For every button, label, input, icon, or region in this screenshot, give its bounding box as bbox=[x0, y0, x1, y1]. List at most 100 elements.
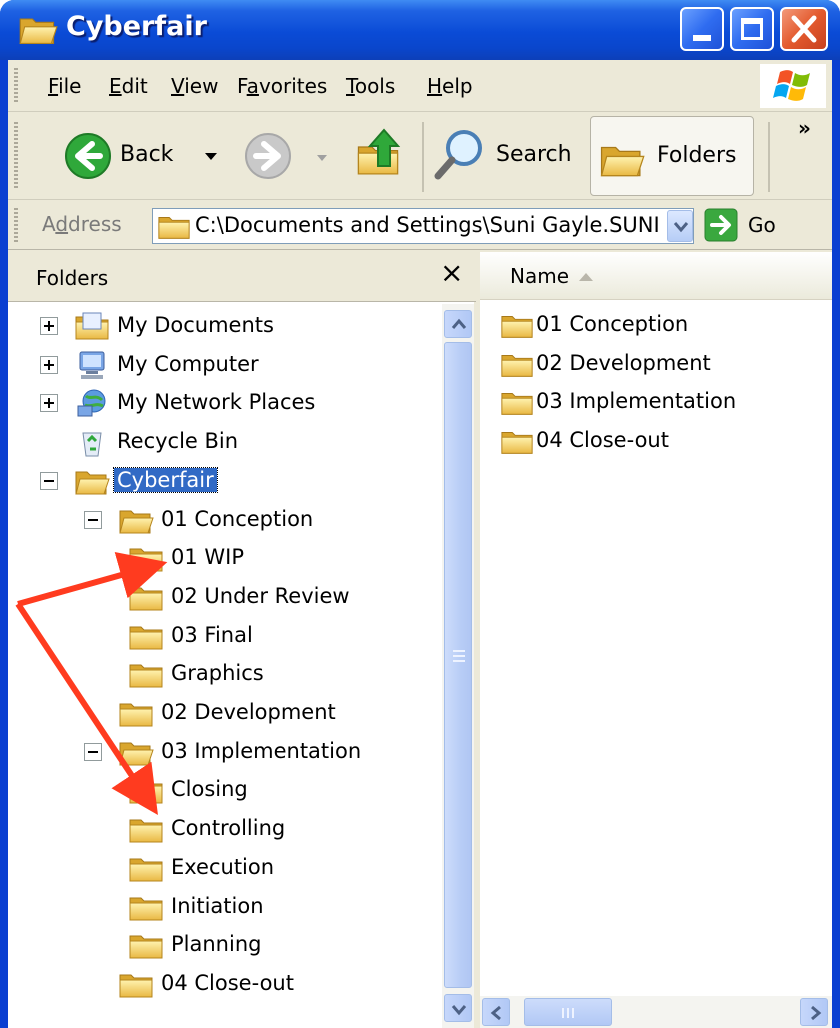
folder-tree-scrollbar[interactable] bbox=[442, 304, 474, 1028]
tree-item[interactable]: Execution bbox=[8, 850, 438, 886]
collapse-icon[interactable] bbox=[84, 742, 102, 761]
folders-icon bbox=[600, 146, 645, 177]
address-dropdown-button[interactable] bbox=[667, 210, 693, 242]
tree-item[interactable]: 01 WIP bbox=[8, 540, 438, 576]
tree-item[interactable]: 03 Implementation bbox=[8, 734, 438, 770]
expand-icon[interactable] bbox=[40, 317, 58, 335]
search-button[interactable]: Search bbox=[432, 126, 582, 186]
tree-item-label: Controlling bbox=[171, 816, 286, 841]
windows-logo-icon bbox=[760, 64, 826, 108]
maximize-button[interactable] bbox=[730, 7, 774, 51]
address-input[interactable]: C:\Documents and Settings\Suni Gayle.SUN… bbox=[152, 208, 694, 244]
expand-icon[interactable] bbox=[40, 355, 58, 374]
tree-item[interactable]: My Network Places bbox=[8, 385, 438, 421]
chevron-right-icon bbox=[811, 1005, 822, 1021]
tree-item[interactable]: 01 Conception bbox=[8, 502, 438, 538]
folder-tree: My Documents My Computer My Network Places… bbox=[8, 304, 442, 1028]
folders-button[interactable]: Folders bbox=[590, 116, 754, 196]
folder-icon bbox=[128, 620, 164, 652]
forward-button[interactable] bbox=[244, 132, 328, 182]
scroll-left-button[interactable] bbox=[482, 998, 510, 1026]
up-folder-icon[interactable] bbox=[354, 126, 410, 182]
title-bar[interactable]: Cyberfair bbox=[0, 0, 840, 60]
tree-item[interactable]: My Documents bbox=[8, 308, 438, 344]
network-places-icon bbox=[77, 389, 106, 417]
tree-item[interactable]: 02 Development bbox=[8, 695, 438, 731]
name-column-label: Name bbox=[510, 264, 570, 288]
tree-item[interactable]: Closing bbox=[8, 772, 438, 808]
tree-item[interactable]: Graphics bbox=[8, 656, 438, 692]
tree-item[interactable]: Planning bbox=[8, 927, 438, 963]
name-column-header[interactable]: Name bbox=[480, 252, 832, 300]
menu-bar: File Edit View Favorites Tools Help bbox=[8, 60, 832, 112]
tree-item[interactable]: 02 Under Review bbox=[8, 579, 438, 615]
menu-view[interactable]: View bbox=[171, 74, 218, 98]
tree-item[interactable]: Recycle Bin bbox=[8, 424, 438, 460]
menu-help[interactable]: Help bbox=[427, 74, 473, 98]
chevron-down-icon bbox=[205, 153, 217, 160]
tree-item-label: 02 Under Review bbox=[171, 583, 350, 608]
scroll-right-button[interactable] bbox=[800, 998, 828, 1026]
tree-item-label: 01 Conception bbox=[161, 506, 314, 531]
tree-item[interactable]: Cyberfair bbox=[8, 463, 438, 499]
tree-item[interactable]: Controlling bbox=[8, 811, 438, 847]
folder-icon bbox=[128, 929, 164, 961]
menu-grip[interactable] bbox=[14, 68, 18, 104]
tree-item-label: Planning bbox=[171, 932, 262, 957]
menu-edit[interactable]: Edit bbox=[109, 74, 148, 98]
tree-item[interactable]: 03 Final bbox=[8, 618, 438, 654]
tree-item-label: Initiation bbox=[171, 893, 264, 918]
explorer-window: Cyberfair File Edit View Favorites Tools… bbox=[0, 0, 840, 1028]
address-label: Address bbox=[42, 212, 122, 236]
forward-arrow-icon bbox=[245, 133, 291, 179]
collapse-icon[interactable] bbox=[40, 471, 58, 490]
file-list-item-label: 03 Implementation bbox=[536, 389, 737, 413]
toolbar-grip[interactable] bbox=[14, 122, 18, 190]
chevron-up-icon bbox=[451, 318, 467, 329]
tree-item-label: My Documents bbox=[117, 313, 274, 337]
close-button[interactable] bbox=[780, 7, 828, 51]
search-label: Search bbox=[496, 142, 572, 167]
back-label: Back bbox=[120, 142, 174, 167]
folders-label: Folders bbox=[657, 143, 737, 168]
tree-item[interactable]: Initiation bbox=[8, 889, 438, 925]
grip-icon bbox=[562, 1008, 574, 1018]
minimize-button[interactable] bbox=[680, 7, 724, 51]
toolbar-overflow-button[interactable]: » bbox=[798, 116, 811, 140]
folder-app-icon bbox=[19, 18, 58, 45]
folders-pane-title: Folders bbox=[36, 266, 109, 290]
tree-item-label: My Computer bbox=[117, 351, 259, 376]
scroll-thumb[interactable] bbox=[524, 998, 612, 1026]
folder-icon bbox=[118, 968, 154, 1000]
menu-file[interactable]: File bbox=[48, 74, 81, 98]
close-pane-icon[interactable]: × bbox=[440, 256, 463, 289]
folders-pane: Folders × My Documents My Computer My Netw… bbox=[8, 252, 476, 1028]
scroll-down-button[interactable] bbox=[444, 994, 472, 1022]
folder-icon bbox=[128, 581, 164, 613]
back-button[interactable]: Back bbox=[64, 132, 224, 182]
folder-open-icon bbox=[118, 504, 154, 536]
expand-icon[interactable] bbox=[40, 394, 58, 413]
menu-favorites[interactable]: Favorites bbox=[237, 74, 327, 98]
folder-icon bbox=[128, 658, 164, 690]
folder-icon bbox=[118, 697, 154, 729]
tree-item[interactable]: My Computer bbox=[8, 347, 438, 383]
address-grip[interactable] bbox=[14, 208, 18, 242]
tree-item-label: Closing bbox=[171, 777, 248, 802]
window-title: Cyberfair bbox=[66, 11, 207, 42]
toolbar-separator bbox=[422, 122, 424, 192]
folder-icon bbox=[500, 387, 534, 417]
tree-item-label: My Network Places bbox=[117, 390, 316, 415]
collapse-icon[interactable] bbox=[84, 510, 102, 529]
file-list-scrollbar[interactable] bbox=[480, 996, 832, 1028]
go-arrow-icon bbox=[704, 208, 738, 242]
menu-tools[interactable]: Tools bbox=[346, 74, 395, 98]
go-button[interactable]: Go bbox=[704, 208, 804, 244]
chevron-left-icon bbox=[490, 1005, 501, 1021]
tree-item-label: Recycle Bin bbox=[117, 429, 239, 454]
tree-item[interactable]: 04 Close-out bbox=[8, 966, 438, 1002]
chevron-down-icon bbox=[317, 155, 327, 161]
scroll-up-button[interactable] bbox=[444, 310, 472, 338]
maximize-icon bbox=[741, 18, 763, 40]
scroll-thumb[interactable] bbox=[444, 342, 472, 988]
